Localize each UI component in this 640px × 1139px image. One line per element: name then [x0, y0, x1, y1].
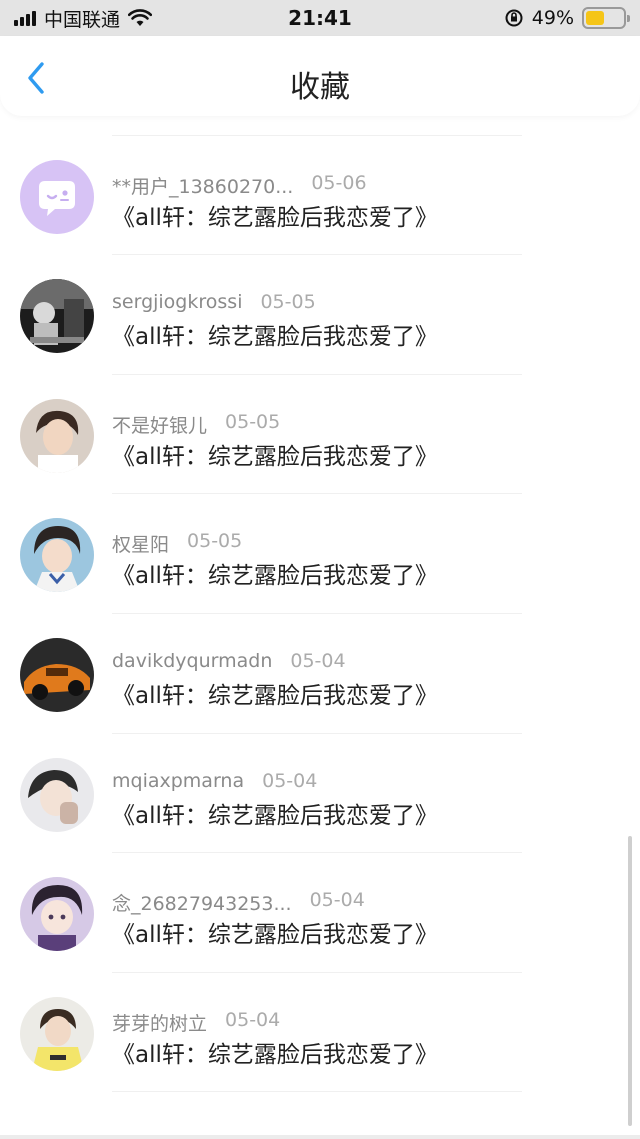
username: 不是好银儿	[112, 414, 208, 437]
book-title: 《all轩：综艺露脸后我恋爱了》	[112, 922, 438, 949]
favorite-item[interactable]: sergjiogkrossi 05-05 《all轩：综艺露脸后我恋爱了》	[0, 255, 640, 375]
avatar[interactable]	[20, 637, 94, 712]
favorite-item[interactable]: 权星阳 05-05 《all轩：综艺露脸后我恋爱了》	[0, 494, 640, 614]
username: **用户_13860270...	[112, 175, 294, 198]
item-meta: davikdyqurmadn 05-04	[112, 650, 346, 672]
favorites-list[interactable]: 《all轩：综艺露脸后我恋爱了》 **用户_13860270... 05-06 《al…	[0, 16, 640, 1093]
username: sergjiogkrossi	[112, 291, 243, 314]
item-meta: 芽芽的树立 05-04	[112, 1009, 280, 1036]
username: 念_26827943253...	[112, 893, 292, 916]
book-title: 《all轩：综艺露脸后我恋爱了》	[112, 682, 438, 709]
username: mqiaxpmarna	[112, 769, 245, 792]
avatar[interactable]	[20, 279, 94, 354]
favorite-item[interactable]: mqiaxpmarna 05-04 《all轩：综艺露脸后我恋爱了》	[0, 734, 640, 854]
item-date: 05-05	[225, 410, 281, 433]
username: 权星阳	[112, 534, 170, 557]
item-date: 05-04	[262, 769, 318, 792]
avatar[interactable]	[20, 996, 94, 1071]
book-title: 《all轩：综艺露脸后我恋爱了》	[112, 204, 438, 231]
item-date: 05-05	[187, 530, 243, 553]
book-title: 《all轩：综艺露脸后我恋爱了》	[112, 324, 438, 351]
favorite-item[interactable]: davikdyqurmadn 05-04 《all轩：综艺露脸后我恋爱了》	[0, 614, 640, 734]
item-date: 05-04	[290, 649, 346, 672]
favorite-item[interactable]: 不是好银儿 05-05 《all轩：综艺露脸后我恋爱了》	[0, 375, 640, 495]
book-title: 《all轩：综艺露脸后我恋爱了》	[112, 802, 438, 829]
book-title: 《all轩：综艺露脸后我恋爱了》	[112, 563, 438, 590]
item-date: 05-05	[260, 291, 316, 314]
item-date: 05-04	[309, 889, 365, 912]
item-date: 05-06	[311, 171, 367, 194]
item-meta: **用户_13860270... 05-06	[112, 172, 367, 199]
username: 芽芽的树立	[112, 1012, 208, 1035]
avatar[interactable]	[20, 757, 94, 832]
avatar[interactable]	[20, 398, 94, 473]
item-meta: 不是好银儿 05-05	[112, 411, 280, 438]
book-title: 《all轩：综艺露脸后我恋爱了》	[112, 443, 438, 470]
item-meta: sergjiogkrossi 05-05	[112, 291, 316, 313]
book-title: 《all轩：综艺露脸后我恋爱了》	[112, 1041, 438, 1068]
favorite-item[interactable]: 念_26827943253... 05-04 《all轩：综艺露脸后我恋爱了》	[0, 853, 640, 973]
avatar[interactable]	[20, 159, 94, 234]
item-meta: 权星阳 05-05	[112, 530, 242, 557]
navigation-bar: 收藏	[0, 36, 640, 116]
page-title: 收藏	[290, 70, 350, 105]
bottom-edge	[0, 1135, 640, 1139]
favorite-item[interactable]: 芽芽的树立 05-04 《all轩：综艺露脸后我恋爱了》	[0, 973, 640, 1093]
item-meta: 念_26827943253... 05-04	[112, 889, 365, 916]
divider	[112, 1091, 522, 1093]
item-meta: mqiaxpmarna 05-04	[112, 770, 317, 792]
scrollbar[interactable]	[628, 836, 632, 1126]
favorite-item[interactable]: **用户_13860270... 05-06 《all轩：综艺露脸后我恋爱了》	[0, 136, 640, 256]
username: davikdyqurmadn	[112, 649, 273, 672]
avatar[interactable]	[20, 518, 94, 593]
avatar[interactable]	[20, 877, 94, 952]
item-date: 05-04	[225, 1008, 281, 1031]
